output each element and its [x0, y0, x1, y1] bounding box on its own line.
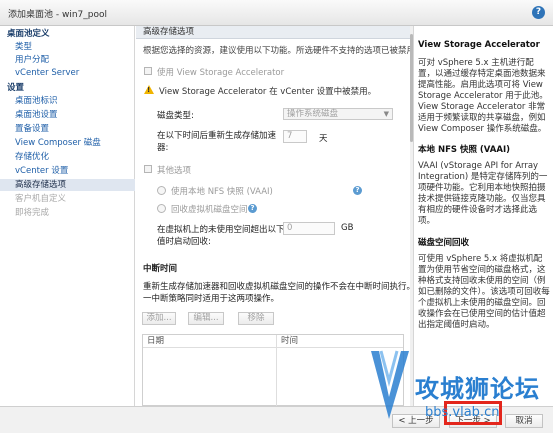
nav-item-vcenter-server[interactable]: vCenter Server	[0, 67, 135, 79]
help-para-reclaim: 可使用 vSphere 5.x 将虚拟机配置为使用节省空间的磁盘格式，这种格式支…	[418, 254, 550, 330]
other-options-checkbox[interactable]	[144, 165, 152, 173]
reclaim-radio[interactable]	[157, 204, 166, 213]
help-para-vaai: VAAI (vStorage API for Array Integration…	[418, 161, 548, 226]
reclaim-threshold-line2: 值时启动回收:	[157, 237, 211, 247]
blackout-desc-line2: 一中断策略同时适用于这两项操作。	[143, 294, 280, 304]
window-title: 添加桌面池 - win7_pool	[8, 10, 107, 20]
help-heading-reclaim: 磁盘空间回收	[418, 238, 470, 248]
wizard-nav: 桌面池定义 类型 用户分配 vCenter Server 设置 桌面池标识 桌面…	[0, 26, 135, 406]
nav-item-provisioning[interactable]: 置备设置	[0, 123, 135, 135]
nav-item-pool-settings[interactable]: 桌面池设置	[0, 109, 135, 121]
vaai-radio[interactable]	[157, 186, 166, 195]
disk-type-label: 磁盘类型:	[157, 111, 194, 121]
table-column-divider	[276, 335, 277, 406]
warning-icon	[144, 85, 154, 94]
edit-button[interactable]: 编辑...	[188, 312, 224, 325]
regen-label-line1: 在以下时间后重新生成存储加速	[157, 131, 277, 141]
reclaim-threshold-unit: GB	[341, 223, 354, 233]
blackout-table: 日期 时间	[142, 334, 404, 406]
highlight-box	[444, 401, 502, 425]
nav-item-type[interactable]: 类型	[0, 41, 135, 53]
intro-text: 根据您选择的资源，建议使用以下功能。所选硬件不支持的选项已被禁用。	[143, 46, 410, 56]
window-titlebar: 添加桌面池 - win7_pool ?	[0, 0, 553, 26]
nav-item-user-assignment[interactable]: 用户分配	[0, 54, 135, 66]
vaai-help-icon[interactable]: ?	[353, 186, 362, 195]
back-button[interactable]: < 上一步	[392, 414, 440, 428]
nav-item-pool-definition: 桌面池定义	[7, 29, 50, 39]
blackout-desc-line1: 重新生成存储加速器和回收虚拟机磁盘空间的操作不会在中断时间执行。同	[143, 282, 410, 292]
main-panel: 高级存储选项 根据您选择的资源，建议使用以下功能。所选硬件不支持的选项已被禁用。…	[136, 26, 410, 406]
nav-item-settings: 设置	[7, 83, 25, 93]
help-heading-vaai: 本地 NFS 快照 (VAAI)	[418, 145, 511, 155]
nav-item-pool-id[interactable]: 桌面池标识	[0, 95, 135, 107]
column-time: 时间	[281, 336, 299, 346]
remove-button[interactable]: 移除	[238, 312, 274, 325]
nav-item-storage-optimization[interactable]: 存储优化	[0, 151, 135, 163]
nav-item-ready-to-complete: 即将完成	[15, 208, 50, 218]
help-heading-accelerator: View Storage Accelerator	[418, 40, 540, 50]
use-accelerator-label: 使用 View Storage Accelerator	[157, 68, 285, 78]
vaai-label: 使用本地 NFS 快照 (VAAI)	[171, 187, 273, 197]
blackout-title: 中断时间	[143, 264, 178, 274]
regen-unit: 天	[319, 134, 328, 144]
help-para-accelerator: 可对 vSphere 5.x 主机进行配置，以通过缓存特定桌面池数据来提高性能。…	[418, 58, 548, 134]
cancel-button[interactable]: 取消	[505, 414, 543, 428]
reclaim-threshold-input[interactable]: 0	[283, 222, 335, 235]
reclaim-help-icon[interactable]: ?	[248, 204, 257, 213]
section-title: 高级存储选项	[136, 26, 410, 39]
nav-item-vcenter-settings[interactable]: vCenter 设置	[0, 165, 135, 177]
warning-text: View Storage Accelerator 在 vCenter 设置中被禁…	[159, 87, 377, 97]
use-accelerator-checkbox[interactable]	[144, 67, 152, 75]
other-options-label: 其他选项	[157, 166, 192, 176]
reclaim-threshold-line1: 在虚拟机上的未使用空间超出以下	[157, 225, 285, 235]
chevron-down-icon: ▼	[383, 110, 389, 118]
regen-label-line2: 器:	[157, 143, 169, 153]
nav-item-advanced-storage[interactable]: 高级存储选项	[0, 179, 135, 191]
table-header-divider	[143, 347, 403, 348]
add-button[interactable]: 添加...	[142, 312, 176, 325]
regen-days-input[interactable]: 7	[283, 130, 307, 143]
disk-type-value: 操作系统磁盘	[287, 109, 339, 119]
nav-item-guest-customization: 客户机自定义	[15, 194, 67, 204]
reclaim-label: 回收虚拟机磁盘空间	[171, 205, 248, 215]
help-panel: View Storage Accelerator 可对 vSphere 5.x …	[413, 26, 553, 406]
nav-item-composer-disks[interactable]: View Composer 磁盘	[0, 137, 135, 149]
disk-type-select[interactable]: 操作系统磁盘 ▼	[283, 108, 393, 120]
column-date: 日期	[147, 336, 165, 346]
help-icon[interactable]: ?	[532, 6, 545, 19]
